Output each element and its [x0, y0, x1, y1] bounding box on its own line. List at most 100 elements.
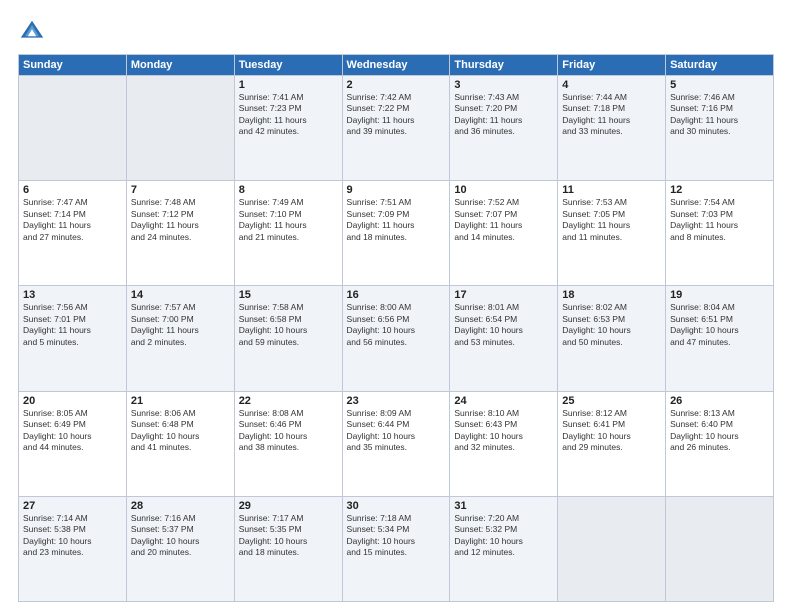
day-number: 3: [454, 79, 553, 91]
calendar-cell: [666, 496, 774, 601]
day-info: Sunrise: 7:56 AM Sunset: 7:01 PM Dayligh…: [23, 302, 122, 348]
logo-icon: [18, 18, 46, 46]
week-row-3: 13Sunrise: 7:56 AM Sunset: 7:01 PM Dayli…: [19, 286, 774, 391]
day-info: Sunrise: 8:12 AM Sunset: 6:41 PM Dayligh…: [562, 408, 661, 454]
day-number: 24: [454, 395, 553, 407]
calendar-cell: 15Sunrise: 7:58 AM Sunset: 6:58 PM Dayli…: [234, 286, 342, 391]
weekday-sunday: Sunday: [19, 55, 127, 76]
calendar-cell: 19Sunrise: 8:04 AM Sunset: 6:51 PM Dayli…: [666, 286, 774, 391]
day-info: Sunrise: 7:48 AM Sunset: 7:12 PM Dayligh…: [131, 197, 230, 243]
day-info: Sunrise: 8:06 AM Sunset: 6:48 PM Dayligh…: [131, 408, 230, 454]
calendar-cell: 20Sunrise: 8:05 AM Sunset: 6:49 PM Dayli…: [19, 391, 127, 496]
day-info: Sunrise: 8:08 AM Sunset: 6:46 PM Dayligh…: [239, 408, 338, 454]
day-info: Sunrise: 8:02 AM Sunset: 6:53 PM Dayligh…: [562, 302, 661, 348]
calendar-cell: 18Sunrise: 8:02 AM Sunset: 6:53 PM Dayli…: [558, 286, 666, 391]
weekday-friday: Friday: [558, 55, 666, 76]
day-number: 26: [670, 395, 769, 407]
page: SundayMondayTuesdayWednesdayThursdayFrid…: [0, 0, 792, 612]
day-info: Sunrise: 7:51 AM Sunset: 7:09 PM Dayligh…: [347, 197, 446, 243]
calendar-cell: 6Sunrise: 7:47 AM Sunset: 7:14 PM Daylig…: [19, 181, 127, 286]
weekday-thursday: Thursday: [450, 55, 558, 76]
calendar-cell: [558, 496, 666, 601]
week-row-4: 20Sunrise: 8:05 AM Sunset: 6:49 PM Dayli…: [19, 391, 774, 496]
day-number: 27: [23, 500, 122, 512]
calendar-cell: 25Sunrise: 8:12 AM Sunset: 6:41 PM Dayli…: [558, 391, 666, 496]
day-number: 17: [454, 289, 553, 301]
day-info: Sunrise: 8:01 AM Sunset: 6:54 PM Dayligh…: [454, 302, 553, 348]
calendar-cell: 23Sunrise: 8:09 AM Sunset: 6:44 PM Dayli…: [342, 391, 450, 496]
day-number: 25: [562, 395, 661, 407]
day-number: 15: [239, 289, 338, 301]
calendar-cell: 17Sunrise: 8:01 AM Sunset: 6:54 PM Dayli…: [450, 286, 558, 391]
weekday-wednesday: Wednesday: [342, 55, 450, 76]
day-number: 7: [131, 184, 230, 196]
day-number: 6: [23, 184, 122, 196]
calendar-cell: 13Sunrise: 7:56 AM Sunset: 7:01 PM Dayli…: [19, 286, 127, 391]
calendar-cell: 10Sunrise: 7:52 AM Sunset: 7:07 PM Dayli…: [450, 181, 558, 286]
day-info: Sunrise: 7:41 AM Sunset: 7:23 PM Dayligh…: [239, 92, 338, 138]
day-info: Sunrise: 7:57 AM Sunset: 7:00 PM Dayligh…: [131, 302, 230, 348]
calendar-cell: 5Sunrise: 7:46 AM Sunset: 7:16 PM Daylig…: [666, 76, 774, 181]
day-info: Sunrise: 8:00 AM Sunset: 6:56 PM Dayligh…: [347, 302, 446, 348]
day-number: 14: [131, 289, 230, 301]
calendar-cell: 7Sunrise: 7:48 AM Sunset: 7:12 PM Daylig…: [126, 181, 234, 286]
day-info: Sunrise: 7:47 AM Sunset: 7:14 PM Dayligh…: [23, 197, 122, 243]
header: [18, 18, 774, 46]
day-info: Sunrise: 7:54 AM Sunset: 7:03 PM Dayligh…: [670, 197, 769, 243]
day-number: 10: [454, 184, 553, 196]
day-info: Sunrise: 7:16 AM Sunset: 5:37 PM Dayligh…: [131, 513, 230, 559]
day-info: Sunrise: 7:49 AM Sunset: 7:10 PM Dayligh…: [239, 197, 338, 243]
calendar-cell: 3Sunrise: 7:43 AM Sunset: 7:20 PM Daylig…: [450, 76, 558, 181]
calendar-cell: 26Sunrise: 8:13 AM Sunset: 6:40 PM Dayli…: [666, 391, 774, 496]
calendar-cell: 28Sunrise: 7:16 AM Sunset: 5:37 PM Dayli…: [126, 496, 234, 601]
day-number: 22: [239, 395, 338, 407]
day-number: 29: [239, 500, 338, 512]
day-info: Sunrise: 7:46 AM Sunset: 7:16 PM Dayligh…: [670, 92, 769, 138]
day-info: Sunrise: 7:58 AM Sunset: 6:58 PM Dayligh…: [239, 302, 338, 348]
day-info: Sunrise: 7:17 AM Sunset: 5:35 PM Dayligh…: [239, 513, 338, 559]
calendar-cell: 21Sunrise: 8:06 AM Sunset: 6:48 PM Dayli…: [126, 391, 234, 496]
day-number: 1: [239, 79, 338, 91]
day-number: 8: [239, 184, 338, 196]
day-number: 18: [562, 289, 661, 301]
day-number: 16: [347, 289, 446, 301]
calendar-cell: 12Sunrise: 7:54 AM Sunset: 7:03 PM Dayli…: [666, 181, 774, 286]
calendar-cell: 27Sunrise: 7:14 AM Sunset: 5:38 PM Dayli…: [19, 496, 127, 601]
calendar-cell: 30Sunrise: 7:18 AM Sunset: 5:34 PM Dayli…: [342, 496, 450, 601]
calendar-cell: [19, 76, 127, 181]
day-number: 9: [347, 184, 446, 196]
calendar-cell: 29Sunrise: 7:17 AM Sunset: 5:35 PM Dayli…: [234, 496, 342, 601]
day-number: 21: [131, 395, 230, 407]
day-number: 28: [131, 500, 230, 512]
day-info: Sunrise: 8:13 AM Sunset: 6:40 PM Dayligh…: [670, 408, 769, 454]
day-number: 11: [562, 184, 661, 196]
day-info: Sunrise: 7:14 AM Sunset: 5:38 PM Dayligh…: [23, 513, 122, 559]
weekday-monday: Monday: [126, 55, 234, 76]
week-row-5: 27Sunrise: 7:14 AM Sunset: 5:38 PM Dayli…: [19, 496, 774, 601]
calendar-cell: [126, 76, 234, 181]
day-info: Sunrise: 8:09 AM Sunset: 6:44 PM Dayligh…: [347, 408, 446, 454]
day-number: 12: [670, 184, 769, 196]
day-info: Sunrise: 8:10 AM Sunset: 6:43 PM Dayligh…: [454, 408, 553, 454]
calendar-cell: 11Sunrise: 7:53 AM Sunset: 7:05 PM Dayli…: [558, 181, 666, 286]
weekday-header-row: SundayMondayTuesdayWednesdayThursdayFrid…: [19, 55, 774, 76]
calendar-cell: 9Sunrise: 7:51 AM Sunset: 7:09 PM Daylig…: [342, 181, 450, 286]
calendar-cell: 1Sunrise: 7:41 AM Sunset: 7:23 PM Daylig…: [234, 76, 342, 181]
calendar-cell: 8Sunrise: 7:49 AM Sunset: 7:10 PM Daylig…: [234, 181, 342, 286]
day-number: 23: [347, 395, 446, 407]
weekday-tuesday: Tuesday: [234, 55, 342, 76]
day-info: Sunrise: 7:53 AM Sunset: 7:05 PM Dayligh…: [562, 197, 661, 243]
day-number: 19: [670, 289, 769, 301]
day-info: Sunrise: 7:44 AM Sunset: 7:18 PM Dayligh…: [562, 92, 661, 138]
day-number: 20: [23, 395, 122, 407]
calendar-cell: 16Sunrise: 8:00 AM Sunset: 6:56 PM Dayli…: [342, 286, 450, 391]
day-info: Sunrise: 7:43 AM Sunset: 7:20 PM Dayligh…: [454, 92, 553, 138]
day-number: 4: [562, 79, 661, 91]
calendar-cell: 4Sunrise: 7:44 AM Sunset: 7:18 PM Daylig…: [558, 76, 666, 181]
calendar-cell: 31Sunrise: 7:20 AM Sunset: 5:32 PM Dayli…: [450, 496, 558, 601]
week-row-1: 1Sunrise: 7:41 AM Sunset: 7:23 PM Daylig…: [19, 76, 774, 181]
day-info: Sunrise: 8:04 AM Sunset: 6:51 PM Dayligh…: [670, 302, 769, 348]
day-info: Sunrise: 7:20 AM Sunset: 5:32 PM Dayligh…: [454, 513, 553, 559]
week-row-2: 6Sunrise: 7:47 AM Sunset: 7:14 PM Daylig…: [19, 181, 774, 286]
calendar-cell: 14Sunrise: 7:57 AM Sunset: 7:00 PM Dayli…: [126, 286, 234, 391]
